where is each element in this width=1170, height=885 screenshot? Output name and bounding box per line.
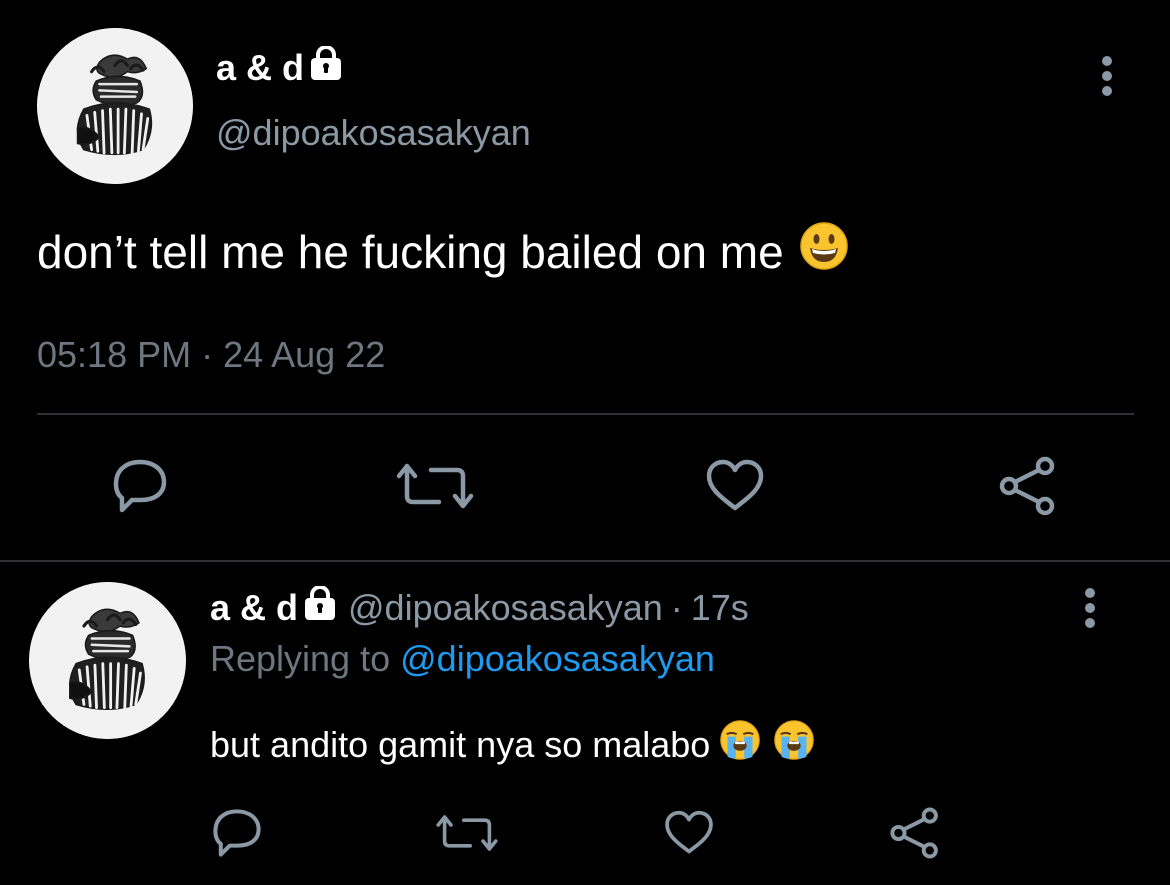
user-handle[interactable]: @dipoakosasakyan <box>348 587 663 629</box>
loudly-crying-face-emoji <box>774 719 815 769</box>
more-options-icon[interactable] <box>1075 586 1105 630</box>
loudly-crying-face-emoji <box>720 719 761 769</box>
more-options-icon[interactable] <box>1092 54 1122 98</box>
share-icon[interactable] <box>888 806 942 860</box>
tweet-text: don’t tell me he fucking bailed on me <box>37 222 848 281</box>
avatar[interactable] <box>29 582 186 739</box>
display-name[interactable]: a & d <box>210 587 298 629</box>
display-name-text: a & d <box>216 46 305 88</box>
tweet-age[interactable]: 17s <box>691 587 749 629</box>
display-name[interactable]: a & d <box>216 45 344 89</box>
lock-icon <box>309 45 344 89</box>
avatar[interactable] <box>37 28 193 184</box>
divider <box>37 413 1134 415</box>
tweet-text: but andito gamit nya so malabo <box>210 719 815 769</box>
like-icon[interactable] <box>703 456 767 516</box>
share-icon[interactable] <box>997 456 1059 516</box>
retweet-icon[interactable] <box>395 456 475 516</box>
user-handle[interactable]: @dipoakosasakyan <box>216 112 531 154</box>
tweet-text-body: don’t tell me he fucking bailed on me <box>37 225 784 278</box>
reply-icon[interactable] <box>210 806 264 860</box>
reply-header: a & d @dipoakosasakyan · 17s <box>210 585 749 629</box>
retweet-icon[interactable] <box>435 806 499 860</box>
replying-to-label: Replying to <box>210 638 391 679</box>
reply-icon[interactable] <box>110 456 170 516</box>
tweet-timestamp[interactable]: 05:18 PM · 24 Aug 22 <box>37 334 385 376</box>
lock-icon <box>303 585 338 629</box>
replying-to: Replying to @dipoakosasakyan <box>210 638 715 680</box>
divider <box>0 560 1170 562</box>
smiling-face-emoji <box>799 222 848 281</box>
like-icon[interactable] <box>662 806 716 860</box>
replying-to-handle[interactable]: @dipoakosasakyan <box>400 638 715 679</box>
tweet-text-body: but andito gamit nya so malabo <box>210 723 711 765</box>
separator: · <box>670 586 683 628</box>
